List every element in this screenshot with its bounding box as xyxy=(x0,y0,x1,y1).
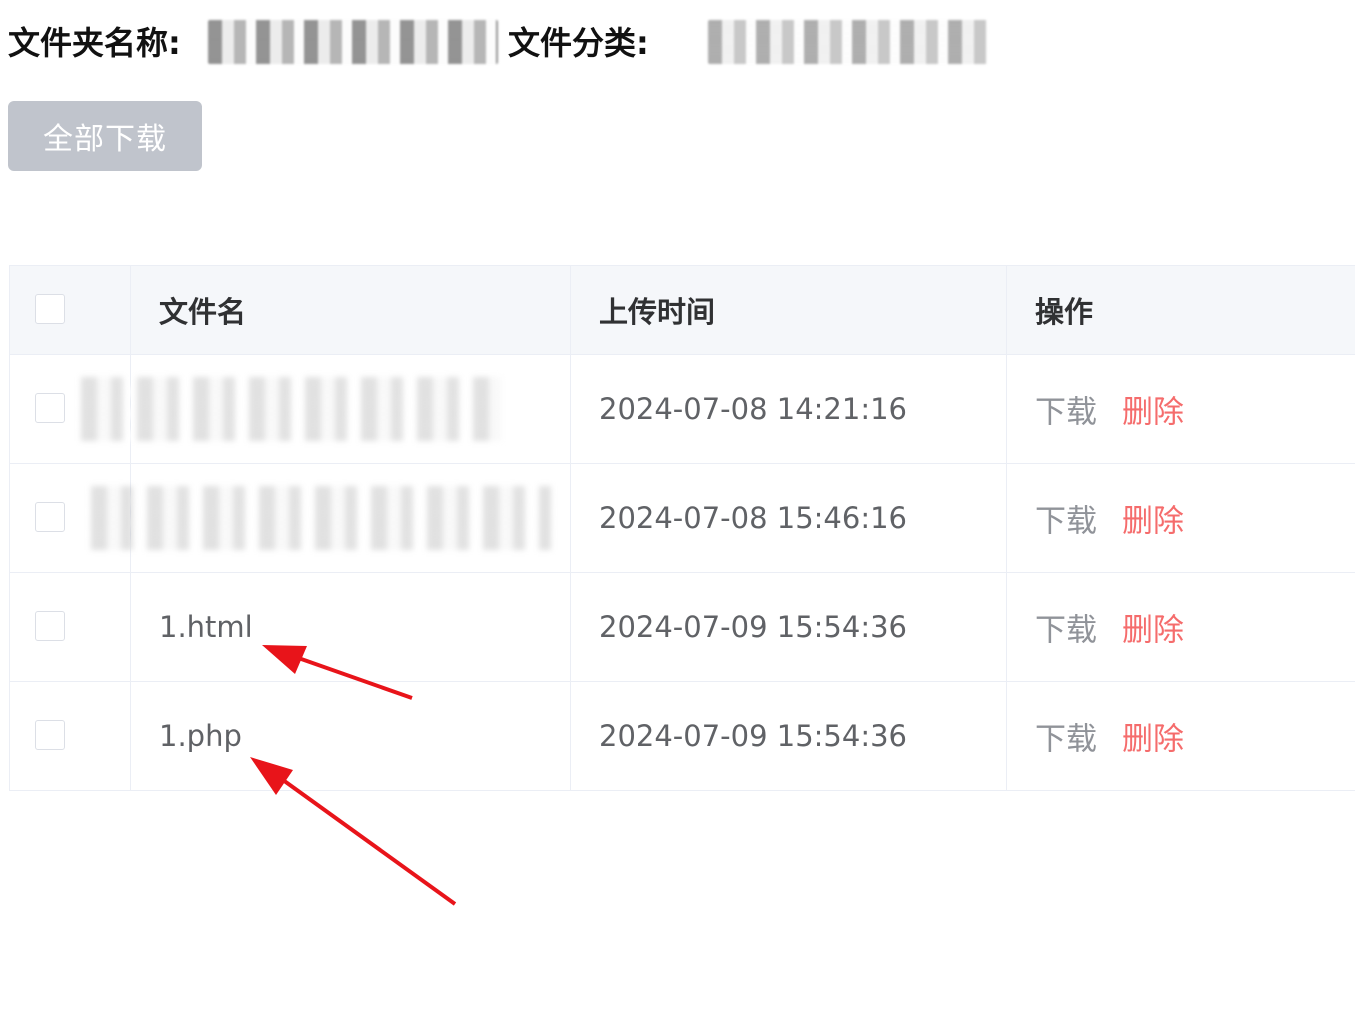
folder-name-label: 文件夹名称: xyxy=(8,24,181,62)
file-category-redacted xyxy=(708,20,988,64)
delete-link[interactable]: 删除 xyxy=(1122,496,1184,541)
download-all-button[interactable]: 全部下载 xyxy=(8,101,202,171)
delete-link[interactable]: 删除 xyxy=(1122,387,1184,432)
download-link[interactable]: 下载 xyxy=(1035,605,1097,650)
row-checkbox[interactable] xyxy=(35,393,65,423)
delete-link[interactable]: 删除 xyxy=(1122,714,1184,759)
folder-name-redacted xyxy=(208,20,498,64)
upload-time: 2024-07-09 15:54:36 xyxy=(599,719,907,753)
row-checkbox[interactable] xyxy=(35,611,65,641)
filename-redacted xyxy=(81,377,501,441)
filename-redacted xyxy=(91,486,551,550)
upload-time: 2024-07-08 15:46:16 xyxy=(599,501,907,535)
upload-time: 2024-07-08 14:21:16 xyxy=(599,392,907,426)
column-header-upload-time: 上传时间 xyxy=(599,295,716,329)
table-header-row: 文件名 上传时间 操作 xyxy=(10,266,1355,355)
file-category-label: 文件分类: xyxy=(508,24,649,62)
row-checkbox[interactable] xyxy=(35,502,65,532)
upload-time: 2024-07-09 15:54:36 xyxy=(599,610,907,644)
column-header-actions: 操作 xyxy=(1035,295,1094,329)
table-row: 2024-07-08 14:21:16 下载 删除 xyxy=(10,355,1355,464)
download-link[interactable]: 下载 xyxy=(1035,496,1097,541)
download-link[interactable]: 下载 xyxy=(1035,387,1097,432)
row-checkbox[interactable] xyxy=(35,720,65,750)
filename: 1.php xyxy=(159,719,242,753)
file-table: 文件名 上传时间 操作 2024-07-08 14:21:16 下载 删除 202… xyxy=(9,265,1355,791)
table-row: 1.php 2024-07-09 15:54:36 下载 删除 xyxy=(10,682,1355,791)
folder-info: 文件夹名称: 文件分类: xyxy=(8,14,1008,70)
column-header-filename: 文件名 xyxy=(159,295,247,329)
download-link[interactable]: 下载 xyxy=(1035,714,1097,759)
table-row: 1.html 2024-07-09 15:54:36 下载 删除 xyxy=(10,573,1355,682)
select-all-checkbox[interactable] xyxy=(35,294,65,324)
table-row: 2024-07-08 15:46:16 下载 删除 xyxy=(10,464,1355,573)
filename: 1.html xyxy=(159,610,253,644)
delete-link[interactable]: 删除 xyxy=(1122,605,1184,650)
